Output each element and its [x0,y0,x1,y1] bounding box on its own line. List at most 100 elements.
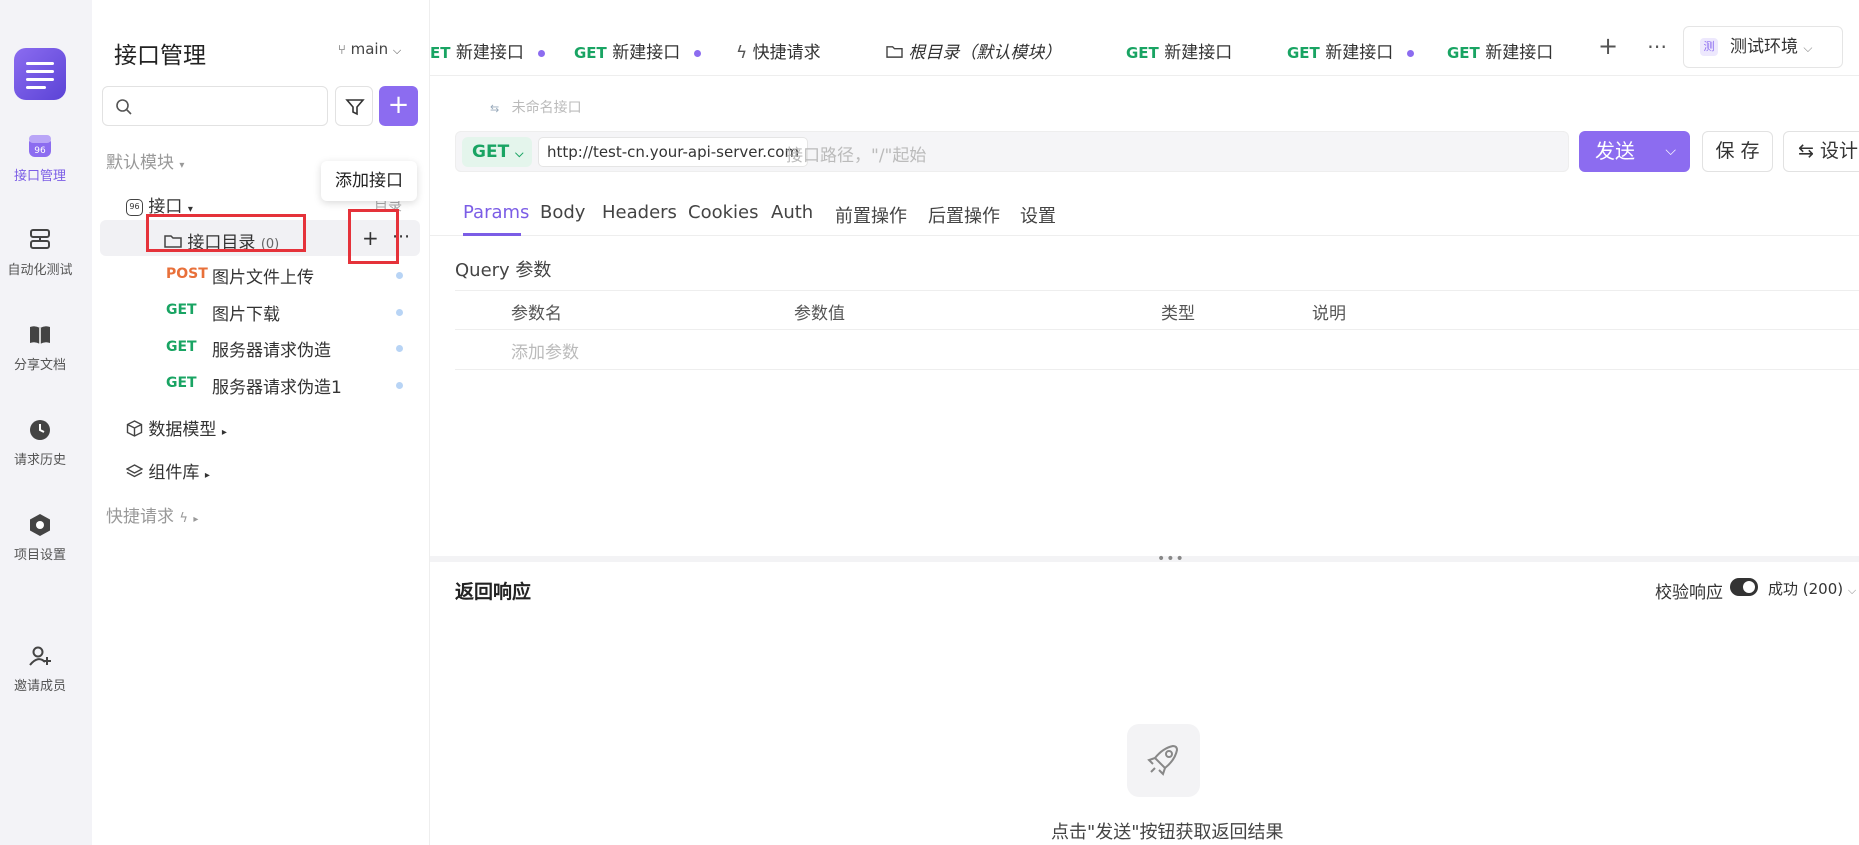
design-label: 设计 [1819,140,1858,162]
search-input[interactable] [102,86,328,126]
chevron-down-icon: ⌵ [515,147,524,160]
rocket-icon [1147,744,1179,776]
endpoint-name: 服务器请求伪造1 [212,378,342,398]
tab-label: 新建接口 [1164,43,1233,63]
tab-pre-actions[interactable]: 前置操作 [835,202,907,228]
nav-rail: 96 接口管理 自动化测试 分享文档 请求历史 项目设置 邀请成员 [0,0,1718,845]
unsaved-dot [537,49,545,57]
add-button[interactable]: + [379,86,418,126]
unsaved-dot [694,49,702,57]
filter-button[interactable] [335,86,373,126]
svg-text:96: 96 [34,146,46,156]
tab-headers[interactable]: Headers [602,202,677,223]
save-button[interactable]: 保 存 [1702,131,1773,172]
caret-right-icon: ▸ [204,470,210,481]
unsaved-dot [1407,49,1415,57]
verify-response-label: 校验响应 [1655,583,1723,603]
status-dot [396,272,403,279]
tab-label: 新建接口 [1325,43,1394,63]
path-input[interactable]: 接口路径，"/"起始 [786,141,926,166]
rail-label: 分享文档 [13,358,66,373]
rail-label: 请求历史 [13,453,66,468]
app-logo-icon[interactable] [14,48,66,100]
tab-params[interactable]: Params [463,202,529,223]
book-icon [30,326,50,344]
tab-endpoint-active[interactable]: GET 新建接口 [1447,38,1554,63]
folder-icon [886,46,903,58]
tree-node-data-model[interactable]: 数据模型 ▸ [126,415,227,440]
highlight-box-add [348,209,399,264]
clock-icon [30,420,50,440]
more-tabs-icon[interactable]: ⋯ [1647,34,1667,58]
tab-method: GET [1287,44,1320,62]
tab-endpoint[interactable]: GET 新建接口 [1287,38,1415,63]
rail-item-automation[interactable]: 自动化测试 [0,227,80,278]
response-status: 成功 (200) [1768,580,1844,598]
branch-label: main [350,40,389,58]
params-add-row: 添加参数 [455,330,1859,370]
new-tab-button[interactable]: + [1598,32,1618,60]
pane-resizer[interactable] [430,556,1859,562]
empty-state-illustration [1127,724,1200,797]
add-user-icon [29,646,51,666]
caret-right-icon: ▸ [193,514,199,525]
components-label: 组件库 [148,463,200,483]
tab-post-actions[interactable]: 后置操作 [928,202,1000,228]
column-header: 说明 [1312,304,1346,324]
chevron-down-icon: ⌵ [1803,41,1813,55]
environment-selector[interactable]: 测 测试环境 ⌵ [1683,26,1843,68]
tree-node-quick-request[interactable]: 快捷请求 ϟ ▸ [106,502,198,527]
tab-label: 快捷请求 [752,43,821,63]
rail-item-invite[interactable]: 邀请成员 [0,643,80,694]
rail-item-project-settings[interactable]: 项目设置 [0,512,80,563]
tab-auth[interactable]: Auth [771,202,813,223]
tab-body[interactable]: Body [540,202,585,223]
response-status-selector[interactable]: 成功 (200) ⌵ [1768,578,1856,599]
method-selector[interactable]: GET ⌵ [462,137,532,167]
tab-root[interactable]: 根目录（默认模块） [886,38,1061,63]
highlight-box-folder [146,214,306,252]
tab-endpoint[interactable]: GET 新建接口 [574,38,702,63]
tab-settings[interactable]: 设置 [1020,202,1056,228]
request-name[interactable]: ⇆ 未命名接口 [490,97,582,117]
environment-label: 测试环境 [1730,37,1798,57]
tab-endpoint[interactable]: ET 新建接口 [430,38,545,63]
method-badge: GET [166,339,197,355]
rail-item-share-docs[interactable]: 分享文档 [0,322,80,373]
lightning-icon: ϟ [179,511,188,526]
rail-item-api-management[interactable]: 96 接口管理 [0,133,80,184]
rail-item-history[interactable]: 请求历史 [0,417,80,468]
api-management-icon: 96 [29,135,51,157]
active-tab-underline [463,233,521,236]
status-dot [396,345,403,352]
settings-hex-icon [30,514,50,536]
module-default[interactable]: 默认模块 ▾ [106,148,184,173]
caret-down-icon: ▾ [179,160,185,171]
tab-cookies[interactable]: Cookies [688,202,758,223]
response-title: 返回响应 [455,581,532,603]
tree-node-components[interactable]: 组件库 ▸ [125,458,210,483]
status-dot [396,382,403,389]
query-params-label: Query 参数 [455,260,552,281]
add-param-input[interactable]: 添加参数 [511,338,579,363]
lightning-icon: ϟ [736,43,748,63]
branch-selector[interactable]: ⑂ main ⌵ [338,40,401,58]
base-url-badge[interactable]: http://test-cn.your-api-server.com [538,137,809,167]
tab-quick-request[interactable]: ϟ 快捷请求 [736,38,821,63]
tab-method: ET [430,44,451,62]
endpoint-name: 服务器请求伪造 [212,341,331,361]
filter-icon [345,99,365,116]
send-button[interactable]: 发送 ⌵ [1579,131,1690,172]
tab-method: GET [1447,44,1480,62]
tab-method: GET [574,44,607,62]
drag-handle-icon[interactable]: ••• [1157,551,1185,567]
status-dot [396,309,403,316]
api-node-icon: 96 [126,198,143,216]
chevron-down-icon: ⌵ [1665,143,1676,159]
endpoint-name: 图片文件上传 [212,268,314,288]
verify-response-toggle[interactable] [1730,578,1758,596]
design-button[interactable]: ⇆ 设计 [1783,131,1859,172]
tab-endpoint[interactable]: GET 新建接口 [1126,38,1232,63]
rail-label: 邀请成员 [13,679,66,694]
chevron-down-icon: ⌵ [1847,584,1857,597]
